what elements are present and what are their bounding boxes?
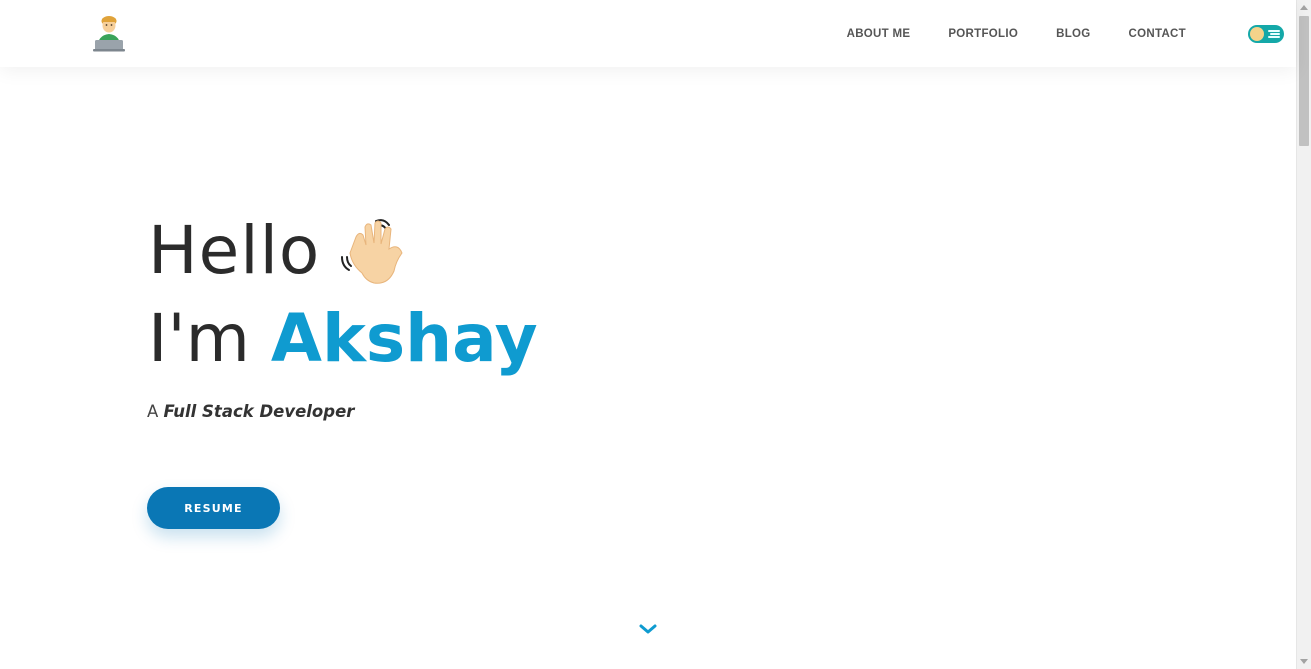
toggle-knob [1250,27,1264,41]
toggle-line [1268,36,1280,38]
theme-toggle-icon[interactable] [1248,25,1284,43]
nav-about-me[interactable]: ABOUT ME [847,28,911,40]
name-text: Akshay [270,300,538,377]
toggle-line [1268,30,1280,32]
scroll-down-icon[interactable] [1300,659,1308,664]
vertical-scrollbar[interactable] [1296,0,1311,669]
intro-prefix: I'm [148,300,271,377]
waving-hand-icon [338,213,414,289]
chevron-down-icon[interactable] [638,622,658,636]
scroll-up-icon[interactable] [1300,5,1308,10]
nav-blog[interactable]: BLOG [1056,28,1090,40]
scroll-thumb[interactable] [1299,16,1309,146]
role-text: Full Stack Developer [163,402,355,421]
greeting-text: Hello [148,212,321,289]
nav-portfolio[interactable]: PORTFOLIO [948,28,1018,40]
name-heading: I'm Akshay [148,300,538,377]
resume-button[interactable]: RESUME [147,487,280,529]
main-nav: ABOUT ME PORTFOLIO BLOG CONTACT [847,0,1186,67]
developer-emoji-icon[interactable] [92,14,126,52]
role-subtitle: A Full Stack Developer [147,402,354,421]
greeting-heading: Hello [148,212,320,289]
site-header: ABOUT ME PORTFOLIO BLOG CONTACT [0,0,1296,67]
nav-contact[interactable]: CONTACT [1129,28,1186,40]
page: ABOUT ME PORTFOLIO BLOG CONTACT Hello I'… [0,0,1311,669]
subtitle-prefix: A [147,402,164,421]
toggle-line [1270,33,1280,35]
